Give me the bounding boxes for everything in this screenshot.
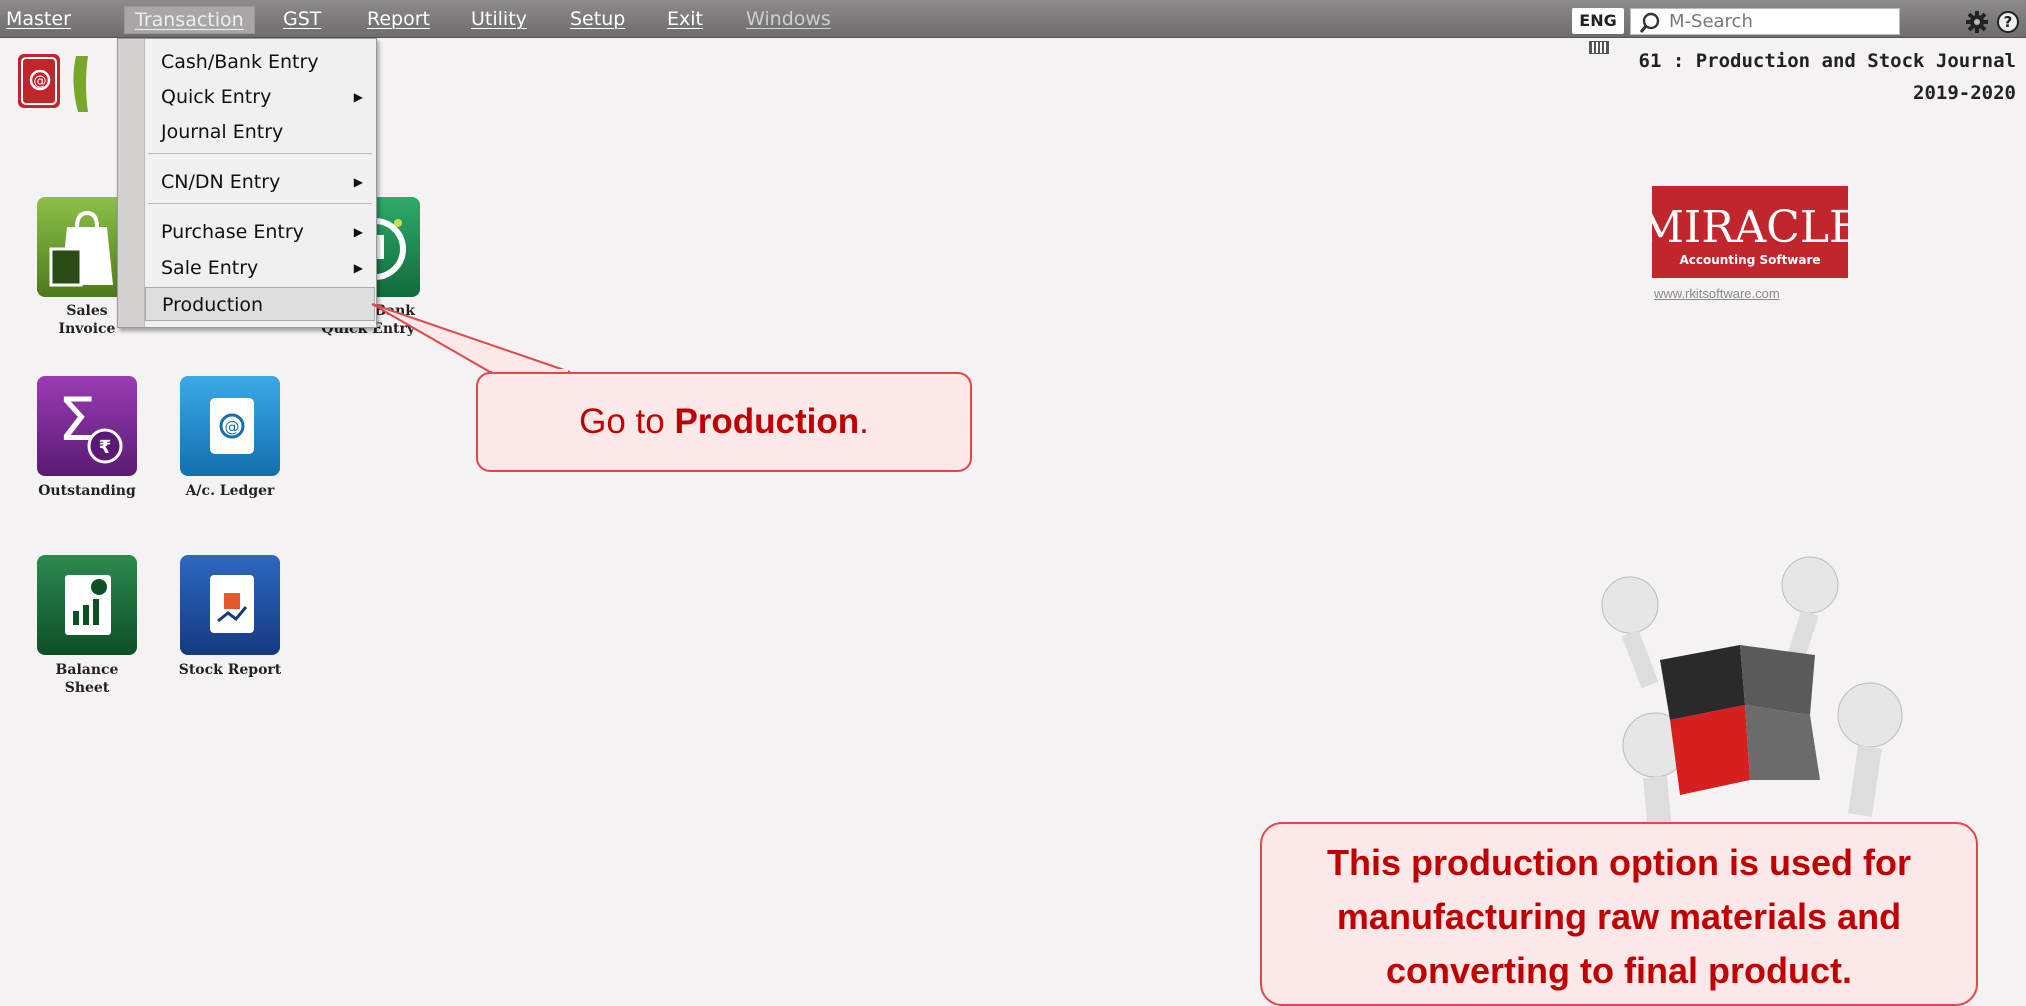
ledger-tile[interactable]: @ <box>180 376 280 476</box>
search-box[interactable]: M-Search <box>1630 8 1900 35</box>
menu-item-purchase-entry[interactable]: Purchase Entry ▶ <box>145 215 375 249</box>
menu-setup[interactable]: Setup <box>570 6 625 32</box>
ledger-icon: @ <box>210 398 254 454</box>
balance-sheet-tile[interactable] <box>37 555 137 655</box>
menu-exit[interactable]: Exit <box>667 6 703 32</box>
gear-icon[interactable] <box>1965 10 1989 34</box>
svg-text:?: ? <box>2004 13 2013 31</box>
contacts-book-icon[interactable]: @ <box>18 54 60 108</box>
submenu-arrow-icon: ▶ <box>353 225 363 239</box>
menu-gutter <box>118 39 145 327</box>
menu-item-quick-entry[interactable]: Quick Entry ▶ <box>145 80 375 114</box>
menu-bar: Master Transaction GST Report Utility Se… <box>0 0 2026 54</box>
menu-transaction[interactable]: Transaction <box>124 6 255 34</box>
menu-master[interactable]: Master <box>6 6 71 32</box>
outstanding-label: Outstanding <box>38 483 136 499</box>
ledger-label: A/c. Ledger <box>185 483 275 499</box>
menu-separator <box>148 203 372 204</box>
menu-separator <box>148 153 372 154</box>
callout-pointer <box>371 303 571 373</box>
balance-sheet-label: Balance Sheet <box>55 662 119 696</box>
keyboard-icon <box>1589 41 1609 54</box>
search-placeholder: M-Search <box>1669 11 1753 32</box>
calculator-icon[interactable] <box>66 52 96 116</box>
financial-year: 2019-2020 <box>1913 82 2016 104</box>
help-icon[interactable]: ? <box>1996 10 2020 34</box>
stock-report-label: Stock Report <box>178 662 282 678</box>
brand-url[interactable]: www.rkitsoftware.com <box>1654 286 1780 301</box>
document-title: 61 : Production and Stock Journal <box>1638 50 2017 72</box>
menu-utility[interactable]: Utility <box>471 6 527 32</box>
menu-item-sale-entry[interactable]: Sale Entry ▶ <box>145 251 375 285</box>
stock-report-icon <box>210 575 254 633</box>
language-indicator[interactable]: ENG <box>1572 8 1624 54</box>
transaction-dropdown-menu: Cash/Bank Entry Quick Entry ▶ Journal Ent… <box>117 38 377 328</box>
outstanding-icon: Σ ₹ <box>58 385 123 464</box>
svg-text:MIRACLE: MIRACLE <box>1652 202 1848 253</box>
svg-text:@: @ <box>225 418 240 436</box>
callout-production-description: This production option is used for manuf… <box>1260 822 1978 1006</box>
submenu-arrow-icon: ▶ <box>353 90 363 104</box>
submenu-arrow-icon: ▶ <box>353 175 363 189</box>
language-label: ENG <box>1579 11 1617 30</box>
stock-report-tile[interactable] <box>180 555 280 655</box>
callout-go-to-production: Go to Production. <box>476 372 972 472</box>
miracle-logo: MIRACLE Accounting Software <box>1652 186 1848 278</box>
menu-report[interactable]: Report <box>367 6 430 32</box>
search-icon <box>1639 12 1660 33</box>
svg-text:₹: ₹ <box>99 437 112 458</box>
submenu-arrow-icon: ▶ <box>353 261 363 275</box>
svg-text:@: @ <box>34 74 47 89</box>
menu-item-production[interactable]: Production <box>145 287 375 321</box>
outstanding-tile[interactable]: Σ ₹ <box>37 376 137 476</box>
menu-windows[interactable]: Windows <box>746 6 831 32</box>
menu-item-cash-bank-entry[interactable]: Cash/Bank Entry <box>145 45 375 79</box>
puzzle-people-illustration <box>1601 556 1903 830</box>
menu-gst[interactable]: GST <box>283 6 321 32</box>
svg-text:Accounting Software: Accounting Software <box>1679 253 1820 267</box>
balance-sheet-icon <box>65 575 111 635</box>
menu-item-cn-dn-entry[interactable]: CN/DN Entry ▶ <box>145 165 375 199</box>
menu-item-journal-entry[interactable]: Journal Entry <box>145 115 375 149</box>
